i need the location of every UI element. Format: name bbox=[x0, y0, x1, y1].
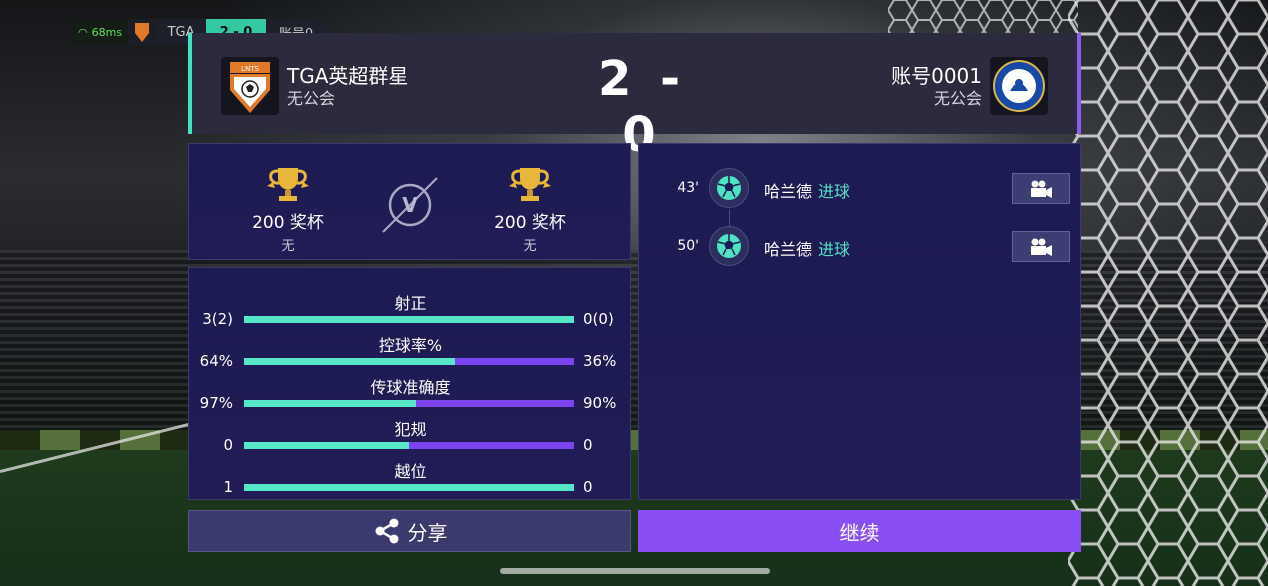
home-crest-small-icon bbox=[128, 19, 157, 45]
replay-camera-button[interactable] bbox=[1012, 173, 1070, 204]
svg-text:LNTS: LNTS bbox=[241, 65, 259, 73]
share-label: 分享 bbox=[407, 520, 448, 545]
stat-title: 控球率% bbox=[378, 336, 443, 355]
svg-text:V: V bbox=[402, 193, 418, 217]
match-stats-panel: 射正 3(2) 0(0) 控球率% 64% 36% 传球准确度 97% 90% … bbox=[188, 267, 631, 500]
stat-row-fouls: 犯规 0 0 bbox=[189, 416, 632, 458]
home-trophy-count: 200 奖杯 bbox=[252, 213, 324, 233]
trophy-panel: 200 奖杯 无 V 200 奖杯 无 bbox=[188, 143, 631, 260]
away-team-info: 账号0001 无公会 bbox=[891, 63, 982, 109]
stat-row-shots: 射正 3(2) 0(0) bbox=[189, 290, 632, 332]
event-text: 哈兰德 进球 bbox=[764, 236, 850, 260]
stat-bar-home-fill bbox=[244, 316, 574, 323]
stat-bar-home-fill bbox=[244, 358, 456, 365]
event-minute: 50' bbox=[677, 238, 699, 254]
away-trophy-sub: 无 bbox=[523, 239, 537, 254]
continue-button[interactable]: 继续 bbox=[638, 510, 1081, 552]
stat-title: 越位 bbox=[394, 462, 427, 481]
versus-icon: V bbox=[382, 177, 438, 233]
stat-home-value: 64% bbox=[199, 352, 233, 370]
share-button[interactable]: 分享 bbox=[188, 510, 631, 552]
ping-indicator: ◠ 68ms bbox=[72, 19, 129, 45]
camera-icon bbox=[1031, 238, 1052, 256]
match-header: LNTS TGA英超群星 无公会 2 - 0 账号0001 无公会 bbox=[188, 33, 1081, 163]
match-events-panel: 43' 哈兰德 进球 50' 哈兰德 进球 bbox=[638, 143, 1081, 500]
trophy-icon bbox=[267, 168, 309, 201]
stat-bar bbox=[244, 442, 574, 449]
stat-away-value: 0 bbox=[583, 436, 593, 454]
stat-title: 犯规 bbox=[394, 420, 427, 439]
event-player: 哈兰德 bbox=[764, 182, 813, 201]
home-indicator bbox=[500, 568, 770, 574]
stat-bar bbox=[244, 400, 574, 407]
camera-icon bbox=[1031, 180, 1052, 198]
stat-bar bbox=[244, 358, 574, 365]
stat-bar-home-fill bbox=[244, 442, 409, 449]
home-team-info: TGA英超群星 无公会 bbox=[287, 63, 408, 109]
stat-away-value: 90% bbox=[583, 394, 617, 412]
stat-away-value: 36% bbox=[583, 352, 617, 370]
goal-ball-icon bbox=[709, 168, 749, 208]
home-trophy-sub: 无 bbox=[281, 239, 295, 254]
event-text: 哈兰德 进球 bbox=[764, 178, 850, 202]
goal-net bbox=[1068, 0, 1268, 586]
home-team-name: TGA英超群星 bbox=[287, 64, 409, 88]
event-row: 50' 哈兰德 进球 bbox=[639, 224, 1082, 270]
stat-title: 传球准确度 bbox=[370, 378, 451, 397]
event-minute: 43' bbox=[677, 180, 699, 196]
away-team-club: 无公会 bbox=[933, 89, 982, 108]
away-trophies: 200 奖杯 无 bbox=[475, 164, 585, 254]
home-trophies: 200 奖杯 无 bbox=[233, 164, 343, 254]
stat-home-value: 0 bbox=[223, 436, 233, 454]
event-type: 进球 bbox=[818, 182, 851, 201]
event-player: 哈兰德 bbox=[764, 240, 813, 259]
stat-bar bbox=[244, 484, 574, 491]
trophy-icon bbox=[509, 168, 551, 201]
stat-home-value: 97% bbox=[199, 394, 233, 412]
stat-row-pass-accuracy: 传球准确度 97% 90% bbox=[189, 374, 632, 416]
goal-ball-icon bbox=[709, 226, 749, 266]
stat-home-value: 1 bbox=[223, 478, 233, 496]
stat-row-offsides: 越位 1 0 bbox=[189, 458, 632, 500]
stat-home-value: 3(2) bbox=[202, 310, 233, 328]
stat-away-value: 0(0) bbox=[583, 310, 614, 328]
stat-title: 射正 bbox=[394, 294, 427, 313]
home-team-crest-icon: LNTS bbox=[221, 57, 279, 115]
stat-row-possession: 控球率% 64% 36% bbox=[189, 332, 632, 374]
stat-bar-home-fill bbox=[244, 400, 416, 407]
away-team-crest-icon bbox=[990, 57, 1048, 115]
event-type: 进球 bbox=[818, 240, 851, 259]
share-icon bbox=[375, 518, 398, 544]
stat-bar-home-fill bbox=[244, 484, 574, 491]
stat-away-value: 0 bbox=[583, 478, 593, 496]
away-trophy-count: 200 奖杯 bbox=[494, 213, 566, 233]
home-team-club: 无公会 bbox=[287, 89, 336, 108]
stat-bar bbox=[244, 316, 574, 323]
away-team-name: 账号0001 bbox=[891, 64, 982, 88]
wifi-icon: ◠ bbox=[78, 25, 88, 39]
event-row: 43' 哈兰德 进球 bbox=[639, 166, 1082, 212]
replay-camera-button[interactable] bbox=[1012, 231, 1070, 262]
continue-label: 继续 bbox=[839, 520, 880, 545]
ping-value: 68ms bbox=[91, 25, 123, 39]
